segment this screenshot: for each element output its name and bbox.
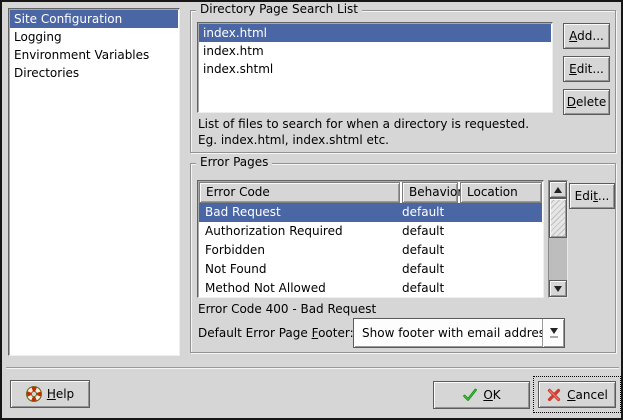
list-item-index-html[interactable]: index.html [199, 24, 551, 42]
table-scrollbar[interactable] [548, 180, 568, 298]
table-row-not-found[interactable]: Not Found default [199, 260, 542, 279]
down-arrow-icon [554, 286, 562, 292]
sidebar-item-logging[interactable]: Logging [10, 28, 178, 46]
sidebar-item-directories[interactable]: Directories [10, 64, 178, 82]
column-header-behavior[interactable]: Behavior [402, 182, 458, 203]
list-item-index-shtml[interactable]: index.shtml [199, 60, 551, 78]
table-row-method-not-allowed[interactable]: Method Not Allowed default [199, 279, 542, 298]
category-list: Site Configuration Logging Environment V… [8, 8, 180, 356]
cancel-focus-ring: Cancel [533, 376, 621, 413]
sidebar-item-site-configuration[interactable]: Site Configuration [10, 10, 178, 28]
search-list-description: List of files to search for when a direc… [198, 116, 529, 148]
help-button[interactable]: Help [10, 380, 90, 408]
search-file-list: index.html index.htm index.shtml [197, 22, 553, 113]
scroll-up-button[interactable] [549, 181, 567, 198]
default-error-page-footer-label: Default Error Page Footer: [198, 326, 354, 340]
column-header-location[interactable]: Location [460, 182, 542, 203]
up-arrow-icon [554, 187, 562, 193]
table-row-bad-request[interactable]: Bad Request default [199, 203, 542, 222]
table-header-row: Error Code Behavior Location [199, 182, 542, 203]
cross-icon [546, 387, 562, 403]
edit-button[interactable]: Edit... [563, 56, 610, 82]
directory-page-search-list-frame: Directory Page Search List index.html in… [190, 10, 616, 153]
add-button[interactable]: Add... [563, 23, 610, 49]
cancel-button[interactable]: Cancel [538, 381, 616, 408]
edit-error-page-button[interactable]: Edit... [569, 183, 615, 209]
error-pages-table: Error Code Behavior Location Bad Request… [197, 180, 544, 298]
scrollbar-thumb[interactable] [549, 198, 567, 238]
table-row-authorization-required[interactable]: Authorization Required default [199, 222, 542, 241]
footer-dropdown[interactable]: Show footer with email address [353, 318, 565, 348]
list-item-index-htm[interactable]: index.htm [199, 42, 551, 60]
frame-legend: Directory Page Search List [196, 2, 362, 16]
life-preserver-icon [26, 386, 42, 402]
scroll-down-button[interactable] [549, 280, 567, 297]
httpd-config-dialog: Site Configuration Logging Environment V… [0, 0, 623, 420]
error-pages-frame: Error Pages Error Code Behavior Location… [190, 163, 616, 353]
combo-down-arrow-icon[interactable] [542, 319, 564, 347]
selected-error-status: Error Code 400 - Bad Request [198, 302, 376, 316]
column-header-error-code[interactable]: Error Code [199, 182, 400, 203]
delete-button[interactable]: Delete [563, 89, 610, 115]
check-icon [462, 387, 478, 403]
footer-dropdown-value: Show footer with email address [354, 326, 542, 340]
action-bar-separator [6, 367, 619, 369]
ok-button[interactable]: OK [433, 381, 530, 409]
frame-legend: Error Pages [196, 155, 272, 169]
sidebar-item-environment-variables[interactable]: Environment Variables [10, 46, 178, 64]
table-row-forbidden[interactable]: Forbidden default [199, 241, 542, 260]
